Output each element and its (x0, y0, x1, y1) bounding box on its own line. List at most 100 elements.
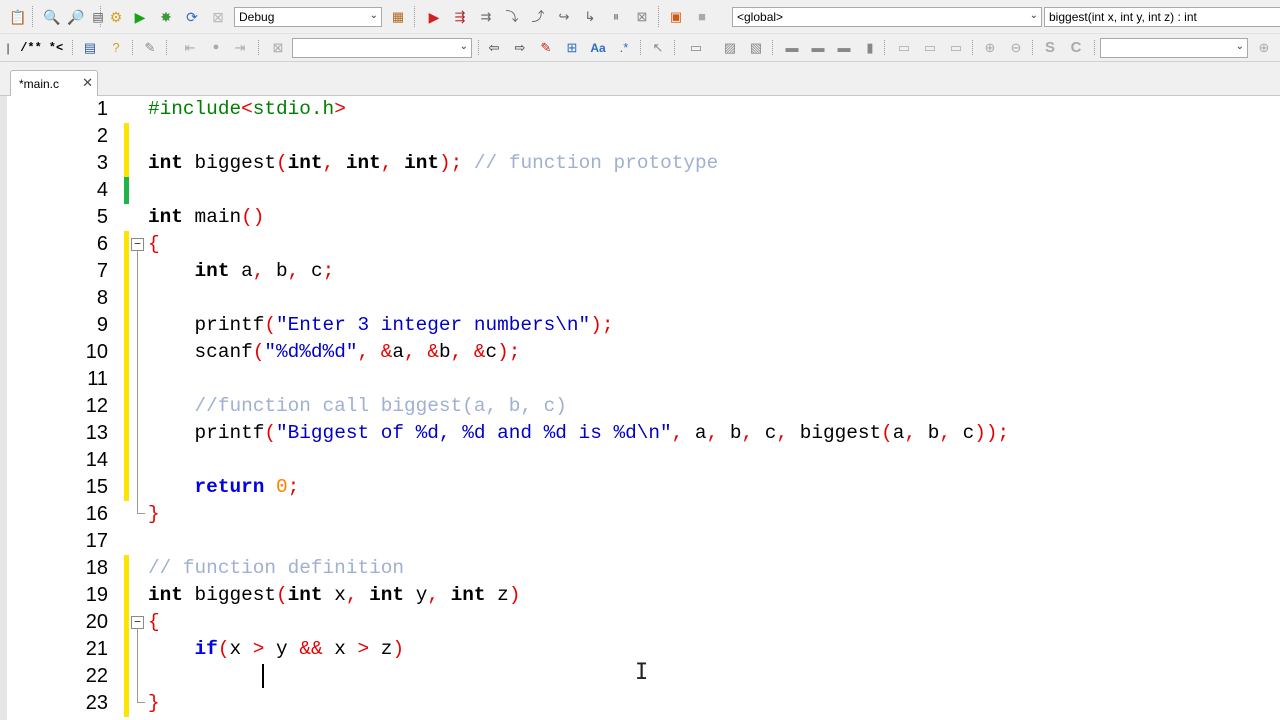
frame-1-icon[interactable]: ▭ (894, 38, 914, 58)
step-into-instruction-icon[interactable]: ↳ (580, 7, 600, 27)
find-icon[interactable]: 🔍 (42, 7, 62, 27)
changed-line-marker (124, 555, 129, 582)
code-line: 7 int a, b, c; (7, 258, 1280, 285)
highlight-icon[interactable]: ✎ (536, 38, 556, 58)
frame-2-icon[interactable]: ▭ (920, 38, 940, 58)
line-number: 6 (96, 233, 108, 255)
debug-run-icon[interactable]: ▶ (424, 7, 444, 27)
fold-toggle-icon[interactable]: − (131, 616, 144, 629)
line-number: 14 (85, 449, 108, 471)
step-into-icon[interactable]: ⤵ (502, 7, 522, 27)
comment-block-button[interactable]: /** (20, 38, 42, 58)
font-icon[interactable]: Aa (588, 38, 608, 58)
replace-icon[interactable]: ▤ (88, 7, 108, 27)
line-number: 2 (96, 125, 108, 147)
paste-icon[interactable]: 📋 (8, 7, 28, 27)
last-icon[interactable]: ⇥ (230, 38, 250, 58)
code-text: return 0; (194, 476, 300, 498)
changed-line-marker (124, 447, 129, 474)
changed-line-marker (124, 150, 129, 177)
frame-3-icon[interactable]: ▭ (946, 38, 966, 58)
next-instruction-icon[interactable]: ↪ (554, 7, 574, 27)
block-1-icon[interactable]: ▬ (782, 38, 802, 58)
line-number: 23 (85, 692, 108, 714)
changed-line-marker (124, 393, 129, 420)
help-icon[interactable]: ? (106, 38, 126, 58)
build-target-select[interactable]: Debug ⌄ (234, 6, 382, 27)
search-combo[interactable]: ⌄ (292, 37, 472, 58)
line-number: 7 (96, 260, 108, 282)
doc-icon[interactable]: ▤ (80, 38, 100, 58)
line-number: 22 (85, 665, 108, 687)
ibeam-cursor-icon: I (635, 660, 649, 685)
line-number: 21 (85, 638, 108, 660)
clear-icon[interactable]: ⊠ (268, 38, 288, 58)
code-line: 4 (7, 177, 1280, 204)
code-line: 10 scanf("%d%d%d", &a, &b, &c); (7, 339, 1280, 366)
code-line: 16 } (7, 501, 1280, 528)
symbol-c-icon[interactable]: C (1066, 38, 1086, 58)
run-to-cursor-icon[interactable]: ⇶ (450, 7, 470, 27)
line-number: 12 (85, 395, 108, 417)
tab-main-c[interactable]: *main.c ✕ (10, 70, 98, 96)
toolbar-separator (478, 40, 479, 55)
code-line: 19 int biggest(int x, int y, int z) (7, 582, 1280, 609)
build-and-run-icon[interactable]: ✸ (156, 7, 176, 27)
toolbar-separator (658, 6, 659, 27)
block-3-icon[interactable]: ▬ (834, 38, 854, 58)
text-box-icon[interactable]: ▧ (746, 38, 766, 58)
code-line: 8 (7, 285, 1280, 312)
zoom-out-icon[interactable]: ⊖ (1006, 38, 1026, 58)
debug-windows-icon[interactable]: ▣ (666, 7, 686, 27)
comment-line-button[interactable]: *< (46, 38, 66, 58)
line-number: 9 (96, 314, 108, 336)
toolbar-separator (1094, 40, 1095, 55)
line-number: 13 (85, 422, 108, 444)
rectangle-icon[interactable]: ▭ (686, 38, 706, 58)
code-editor[interactable]: 1 #include<stdio.h> 2 3 int biggest(int,… (0, 96, 1280, 720)
code-line: 20 − { (7, 609, 1280, 636)
fold-toggle-icon[interactable]: − (131, 238, 144, 251)
build-gear-icon[interactable]: ⚙ (106, 7, 126, 27)
run-icon[interactable]: ▶ (130, 7, 150, 27)
zoom-in-icon[interactable]: ⊕ (980, 38, 1000, 58)
target-options-icon[interactable]: ▦ (388, 7, 408, 27)
changed-line-marker (124, 663, 129, 690)
changed-line-marker (124, 690, 129, 717)
changed-line-marker (124, 285, 129, 312)
code-text: { (148, 611, 160, 633)
regex-icon[interactable]: .* (614, 38, 634, 58)
close-icon[interactable]: ✕ (82, 75, 93, 91)
selection-icon[interactable]: ⊞ (562, 38, 582, 58)
dot-icon[interactable]: ● (206, 38, 226, 58)
rebuild-icon[interactable]: ⟳ (182, 7, 202, 27)
code-text: printf("Biggest of %d, %d and %d is %d\n… (148, 422, 1010, 444)
pointer-icon[interactable]: ↖ (648, 38, 668, 58)
line-number: 17 (85, 530, 108, 552)
forward-arrow-icon[interactable]: ⇨ (510, 38, 530, 58)
block-2-icon[interactable]: ▬ (808, 38, 828, 58)
next-line-icon[interactable]: ⇉ (476, 7, 496, 27)
more-icon[interactable]: ⊕ (1254, 38, 1274, 58)
image-icon[interactable]: ▨ (720, 38, 740, 58)
line-number: 11 (87, 368, 108, 390)
symbol-select[interactable]: biggest(int x, int y, int z) : int (1044, 6, 1280, 27)
right-combo[interactable]: ⌄ (1100, 37, 1248, 58)
scope-select[interactable]: <global> ⌄ (732, 6, 1042, 27)
block-4-icon[interactable]: ▮ (860, 38, 880, 58)
abort-icon[interactable]: ⊠ (208, 7, 228, 27)
code-text: scanf("%d%d%d", &a, &b, &c); (148, 341, 521, 363)
find-in-files-icon[interactable]: 🔎 (66, 7, 86, 27)
back-arrow-icon[interactable]: ⇦ (484, 38, 504, 58)
stop-debug-icon[interactable]: ⊠ (632, 7, 652, 27)
code-line: 23 } (7, 690, 1280, 717)
pause-icon[interactable]: ⏸ (606, 7, 626, 27)
first-icon[interactable]: ⇤ (180, 38, 200, 58)
code-line: 17 (7, 528, 1280, 555)
settings-wrench-icon[interactable]: ✎ (140, 38, 160, 58)
line-number: 19 (85, 584, 108, 606)
code-line: 11 (7, 366, 1280, 393)
symbol-s-icon[interactable]: S (1040, 38, 1060, 58)
various-info-icon[interactable]: ■ (692, 7, 712, 27)
step-out-icon[interactable]: ⤴ (528, 7, 548, 27)
